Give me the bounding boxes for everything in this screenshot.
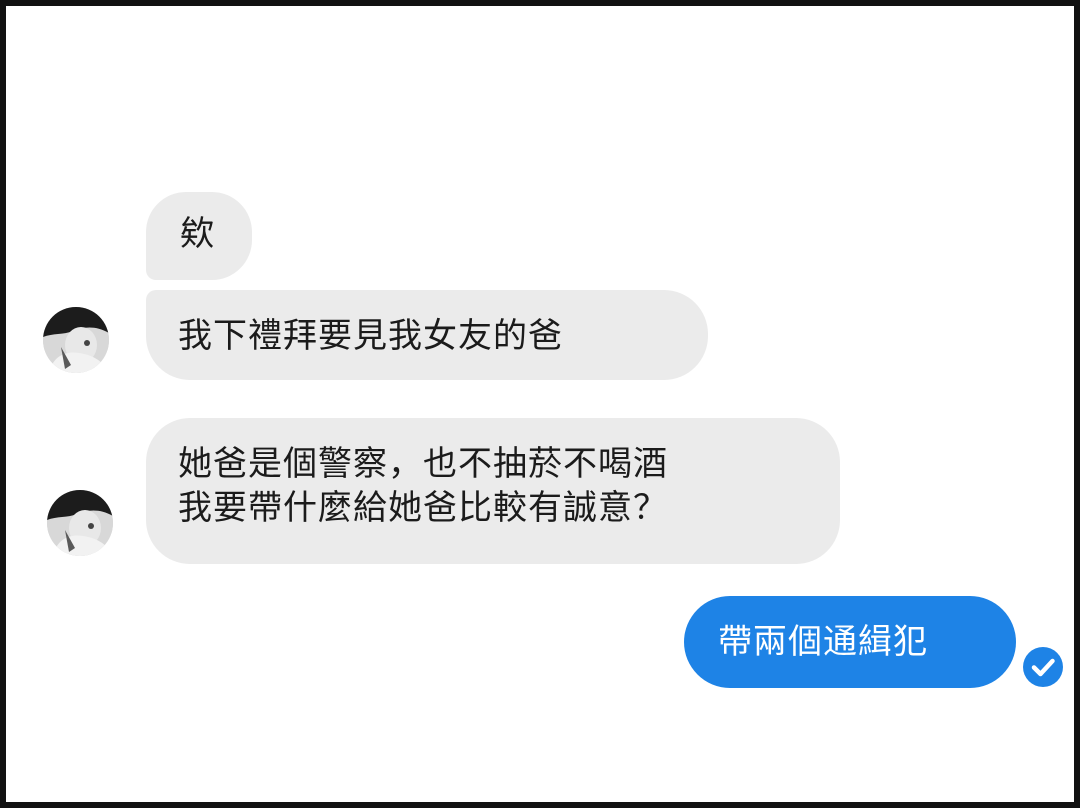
incoming-message-bubble[interactable]: 我下禮拜要見我女友的爸 xyxy=(146,290,708,380)
message-text-line: 她爸是個警察，也不抽菸不喝酒 xyxy=(178,444,668,484)
profile-photo xyxy=(47,490,113,556)
message-text: 我下禮拜要見我女友的爸 xyxy=(178,316,563,356)
incoming-message-bubble[interactable]: 她爸是個警察，也不抽菸不喝酒 我要帶什麼給她爸比較有誠意？ xyxy=(146,418,840,564)
avatar[interactable] xyxy=(43,307,109,373)
check-circle-icon xyxy=(1022,646,1064,688)
message-text: 帶兩個通緝犯 xyxy=(718,622,928,662)
message-text-line: 我要帶什麼給她爸比較有誠意？ xyxy=(178,488,668,528)
avatar[interactable] xyxy=(47,490,113,556)
outgoing-message-bubble[interactable]: 帶兩個通緝犯 xyxy=(684,596,1016,688)
message-text: 欸 xyxy=(180,214,215,254)
profile-photo xyxy=(43,307,109,373)
incoming-message-bubble[interactable]: 欸 xyxy=(146,192,252,280)
